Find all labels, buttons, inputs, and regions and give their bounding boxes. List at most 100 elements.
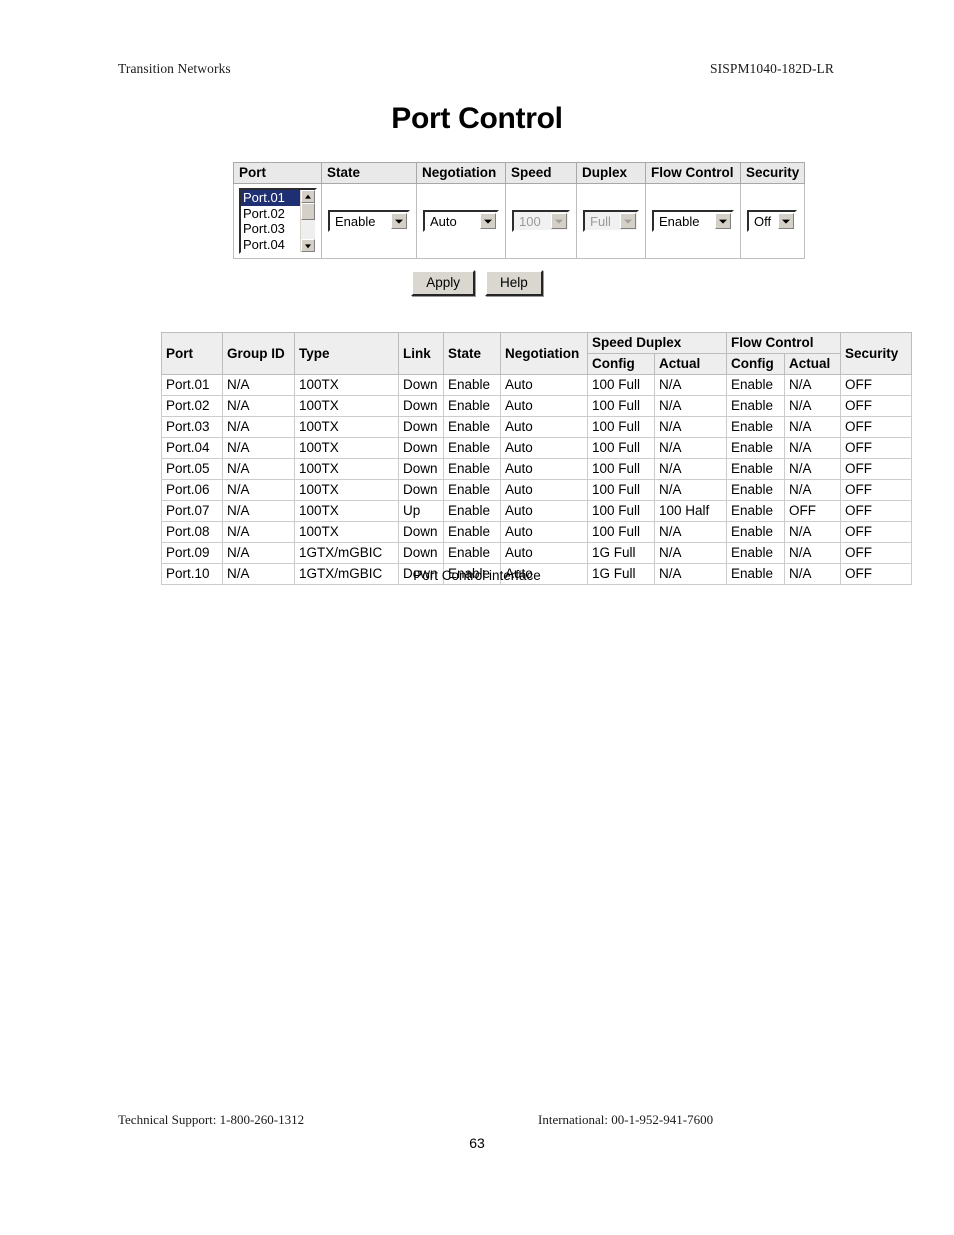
- table-row: Port.02 N/A 100TX Down Enable Auto 100 Full N/A…: [161, 395, 912, 417]
- chevron-down-icon: [551, 213, 567, 229]
- port-cell: Port.01 Port.02 Port.03 Port.04: [233, 183, 322, 259]
- cell-fc-actual: N/A: [784, 542, 841, 564]
- cell-state: Enable: [443, 374, 501, 396]
- state-select[interactable]: Enable: [328, 210, 410, 232]
- cell-fc-config: Enable: [726, 479, 785, 501]
- table-row: Port.04 N/A 100TX Down Enable Auto 100 Full N/A…: [161, 437, 912, 459]
- table-row: Port.03 N/A 100TX Down Enable Auto 100 Full N/A…: [161, 416, 912, 438]
- help-button[interactable]: Help: [485, 270, 543, 296]
- speed-cell: 100: [505, 183, 577, 259]
- form-col-speed: Speed: [505, 162, 577, 184]
- status-col-flow-control: Flow Control: [726, 332, 841, 354]
- form-header-row: Port State Negotiation Speed Duplex Flow…: [233, 162, 806, 184]
- port-listbox-options[interactable]: Port.01 Port.02 Port.03 Port.04: [241, 190, 300, 252]
- cell-link: Down: [398, 395, 444, 417]
- cell-security: OFF: [840, 521, 912, 543]
- cell-security: OFF: [840, 437, 912, 459]
- cell-port: Port.07: [161, 500, 223, 522]
- scroll-down-arrow-icon[interactable]: [301, 239, 315, 252]
- duplex-select-value: Full: [590, 213, 611, 229]
- scrollbar-track[interactable]: [301, 220, 315, 239]
- cell-fc-config: Enable: [726, 437, 785, 459]
- page-footer: Technical Support: 1-800-260-1312 Intern…: [118, 1112, 834, 1128]
- cell-speed-actual: N/A: [654, 542, 727, 564]
- speed-select-value: 100: [519, 213, 541, 229]
- form-input-row: Port.01 Port.02 Port.03 Port.04 Enable A…: [233, 183, 806, 259]
- cell-fc-config: Enable: [726, 374, 785, 396]
- cell-negotiation: Auto: [500, 374, 588, 396]
- table-row: Port.07 N/A 100TX Up Enable Auto 100 Full 100 H…: [161, 500, 912, 522]
- cell-speed-actual: N/A: [654, 437, 727, 459]
- cell-security: OFF: [840, 416, 912, 438]
- apply-button[interactable]: Apply: [411, 270, 475, 296]
- footer-technical-support: Technical Support: 1-800-260-1312: [118, 1112, 305, 1127]
- cell-fc-actual: N/A: [784, 437, 841, 459]
- cell-fc-actual: N/A: [784, 374, 841, 396]
- port-option-2[interactable]: Port.02: [241, 206, 300, 222]
- footer-international: International: 00-1-952-941-7600: [538, 1112, 714, 1127]
- cell-speed-config: 100 Full: [587, 416, 655, 438]
- cell-fc-actual: N/A: [784, 479, 841, 501]
- header-company: Transition Networks: [118, 61, 231, 76]
- security-select[interactable]: Off: [747, 210, 797, 232]
- table-row: Port.06 N/A 100TX Down Enable Auto 100 Full N/A…: [161, 479, 912, 501]
- status-col-security: Security: [840, 332, 912, 375]
- cell-link: Down: [398, 542, 444, 564]
- chevron-down-icon[interactable]: [778, 213, 794, 229]
- security-cell: Off: [739, 183, 806, 259]
- table-row: Port.05 N/A 100TX Down Enable Auto 100 Full N/A…: [161, 458, 912, 480]
- duplex-cell: Full: [576, 183, 646, 259]
- status-header-row-1: Port Group ID Type Link State Negotiatio…: [161, 332, 912, 375]
- port-option-1[interactable]: Port.01: [241, 190, 300, 206]
- cell-negotiation: Auto: [500, 542, 588, 564]
- cell-link: Down: [398, 521, 444, 543]
- flow-control-select[interactable]: Enable: [652, 210, 734, 232]
- page-title: Port Control: [391, 102, 563, 135]
- cell-fc-actual: N/A: [784, 521, 841, 543]
- cell-security: OFF: [840, 542, 912, 564]
- cell-speed-actual: N/A: [654, 416, 727, 438]
- cell-speed-actual: N/A: [654, 521, 727, 543]
- status-col-negotiation: Negotiation: [500, 332, 588, 375]
- cell-state: Enable: [443, 500, 501, 522]
- chevron-down-icon[interactable]: [480, 213, 496, 229]
- cell-type: 100TX: [294, 479, 399, 501]
- form-actions: Apply Help: [0, 270, 954, 296]
- status-col-group-id: Group ID: [222, 332, 295, 375]
- cell-speed-config: 100 Full: [587, 437, 655, 459]
- negotiation-select[interactable]: Auto: [423, 210, 499, 232]
- cell-group-id: N/A: [222, 479, 295, 501]
- scroll-up-arrow-icon[interactable]: [301, 190, 315, 203]
- cell-link: Down: [398, 416, 444, 438]
- cell-state: Enable: [443, 458, 501, 480]
- status-col-port: Port: [161, 332, 223, 375]
- port-status-table: Port Group ID Type Link State Negotiatio…: [161, 332, 912, 585]
- form-col-state: State: [321, 162, 417, 184]
- status-col-fc-actual: Actual: [784, 353, 841, 375]
- port-option-4[interactable]: Port.04: [241, 237, 300, 253]
- port-listbox-scrollbar[interactable]: [300, 190, 315, 252]
- cell-link: Down: [398, 437, 444, 459]
- chevron-down-icon[interactable]: [715, 213, 731, 229]
- port-option-3[interactable]: Port.03: [241, 221, 300, 237]
- table-row: Port.09 N/A 1GTX/mGBIC Down Enable Auto 1G Ful…: [161, 542, 912, 564]
- cell-security: OFF: [840, 395, 912, 417]
- form-col-flow-control: Flow Control: [645, 162, 741, 184]
- cell-security: OFF: [840, 374, 912, 396]
- chevron-down-icon[interactable]: [391, 213, 407, 229]
- cell-group-id: N/A: [222, 521, 295, 543]
- scrollbar-thumb[interactable]: [301, 203, 315, 220]
- cell-negotiation: Auto: [500, 521, 588, 543]
- cell-group-id: N/A: [222, 437, 295, 459]
- figure-caption: Port Control interface: [413, 568, 541, 583]
- page-header: Transition Networks SISPM1040-182D-LR: [118, 61, 834, 77]
- cell-port: Port.04: [161, 437, 223, 459]
- cell-fc-config: Enable: [726, 521, 785, 543]
- cell-port: Port.06: [161, 479, 223, 501]
- cell-speed-config: 100 Full: [587, 458, 655, 480]
- flow-control-select-value: Enable: [659, 213, 700, 229]
- port-listbox[interactable]: Port.01 Port.02 Port.03 Port.04: [239, 188, 317, 254]
- cell-port: Port.05: [161, 458, 223, 480]
- cell-port: Port.09: [161, 542, 223, 564]
- cell-security: OFF: [840, 500, 912, 522]
